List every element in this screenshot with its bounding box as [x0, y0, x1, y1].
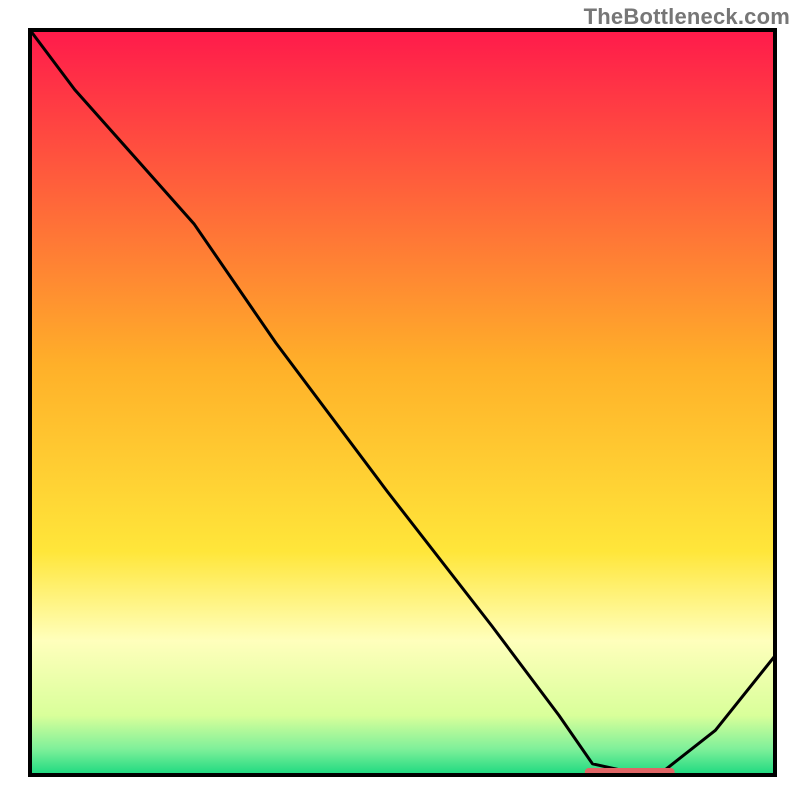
bottleneck-chart	[0, 0, 800, 800]
gradient-background	[30, 30, 775, 775]
chart-stage: TheBottleneck.com	[0, 0, 800, 800]
